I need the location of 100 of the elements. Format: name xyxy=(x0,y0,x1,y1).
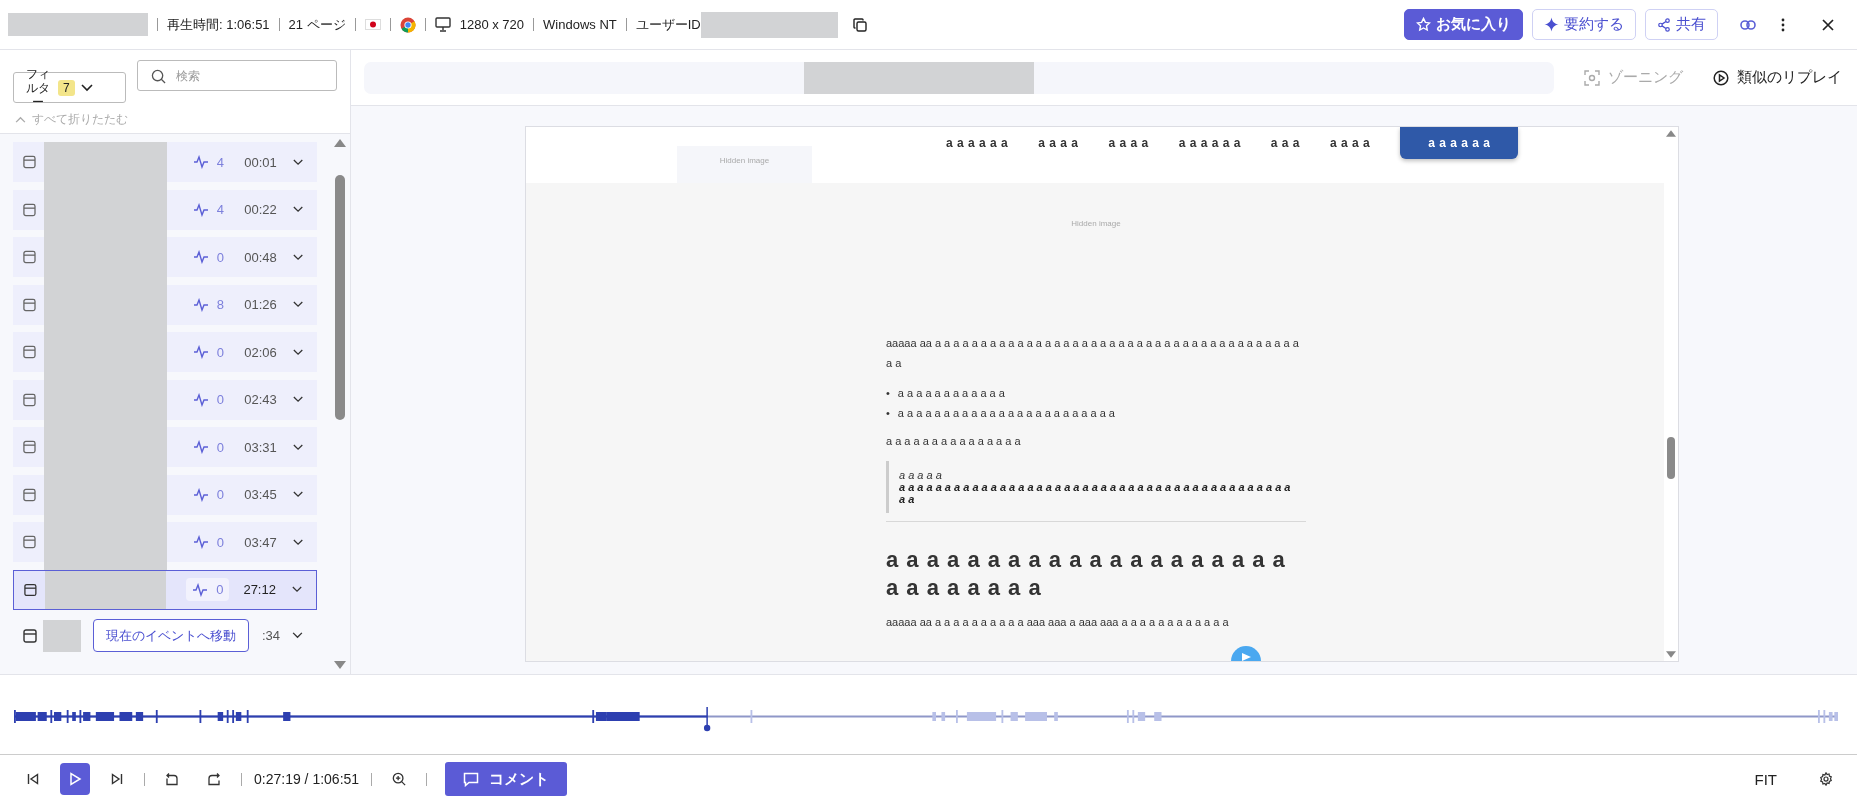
similar-replays-button[interactable]: 類似のリプレイ xyxy=(1713,68,1842,87)
activity-icon xyxy=(192,202,209,217)
event-row[interactable]: 0 02:06 xyxy=(13,332,317,380)
search-icon xyxy=(151,69,166,84)
activity-icon xyxy=(192,440,209,454)
comment-button[interactable]: コメント xyxy=(445,762,568,796)
event-row[interactable]: 0 00:48 xyxy=(13,237,317,285)
event-time: 03:47 xyxy=(243,534,277,550)
event-row[interactable]: 0 03:45 xyxy=(13,474,317,522)
scrollbar[interactable] xyxy=(1664,127,1678,661)
activity-icon xyxy=(192,535,209,549)
event-time: :34 xyxy=(260,628,280,643)
event-row[interactable]: 8 01:26 xyxy=(13,284,317,332)
event-time: 00:22 xyxy=(243,202,277,217)
bullet: • xyxy=(886,406,890,421)
play-button[interactable] xyxy=(60,763,90,795)
window-icon xyxy=(23,392,36,407)
sparkle-icon xyxy=(1544,17,1559,32)
jump-to-current-event-button[interactable]: 現在のイベントへ移動 xyxy=(93,619,249,652)
search-field[interactable]: 検索 xyxy=(137,60,337,91)
flag-icon xyxy=(364,19,381,30)
share-button[interactable]: 共有 xyxy=(1645,9,1718,40)
nav-link[interactable]: a a a a xyxy=(1038,127,1079,150)
scroll-thumb[interactable] xyxy=(335,175,345,420)
scroll-up-icon[interactable] xyxy=(334,139,346,147)
user-id-label: ユーザーID xyxy=(635,15,701,34)
send-icon[interactable] xyxy=(1231,645,1261,661)
monitor-icon xyxy=(434,17,451,32)
button-label: 共有 xyxy=(1676,15,1706,34)
resolution-text: 1280 x 720 xyxy=(459,17,525,32)
comment-icon xyxy=(463,771,480,787)
event-row[interactable]: 4 00:01 xyxy=(13,142,317,190)
paragraph: aaaaa aa a a a a a a a a a a aaa aaa a aaa aaa a a a a a a a a a a a a xyxy=(886,615,1230,630)
chevron-down-icon xyxy=(292,396,303,403)
event-time: 00:01 xyxy=(243,154,277,170)
quote-text: a a a a a a a a a a a a a a a a a a a a a a a a a a a a a a a a a a a a a a a a a a a a a xyxy=(899,481,1292,505)
nav-link[interactable]: a a a a xyxy=(1330,127,1371,150)
scroll-thumb[interactable] xyxy=(1667,437,1675,479)
chevron-down-icon xyxy=(292,158,303,166)
event-count: 8 xyxy=(216,297,224,312)
window-icon xyxy=(23,628,37,643)
nav-link[interactable]: a a a a a a xyxy=(1400,127,1519,159)
event-row[interactable]: 0 03:31 xyxy=(13,427,317,475)
fit-button[interactable]: FIT xyxy=(1754,770,1777,788)
nav-link[interactable]: a a a xyxy=(1270,127,1301,150)
nav-link[interactable]: a a a a xyxy=(1108,127,1149,150)
event-time: 27:12 xyxy=(242,582,276,597)
list-item: a a a a a a a a a a a a a a a a a a a a a a a a xyxy=(897,406,1115,421)
redacted-block xyxy=(43,619,81,652)
window-icon xyxy=(23,487,36,502)
button-label: 類似のリプレイ xyxy=(1737,68,1842,87)
scroll-down-icon[interactable] xyxy=(334,661,346,669)
browser-icon xyxy=(399,16,416,33)
paragraph: a a a a a a a a a a a a a a a xyxy=(886,434,1022,449)
bullet: • xyxy=(886,386,890,401)
event-count: 4 xyxy=(216,154,224,170)
event-time: 00:48 xyxy=(243,249,277,265)
event-count: 0 xyxy=(216,582,224,597)
window-icon xyxy=(23,345,36,359)
playback-time: 0:27:19 / 1:06:51 xyxy=(254,771,360,787)
quote-caption: a a a a a xyxy=(899,469,943,481)
timeline-bar-drawing[interactable] xyxy=(14,710,1838,723)
window-icon xyxy=(23,155,36,169)
window-icon xyxy=(23,202,36,217)
event-row[interactable]: 4 00:22 xyxy=(13,189,317,237)
scroll-down-icon[interactable] xyxy=(1666,651,1676,658)
scroll-up-icon[interactable] xyxy=(1666,130,1676,137)
activity-icon xyxy=(192,392,209,407)
window-icon xyxy=(23,250,36,264)
activity-icon xyxy=(192,297,209,312)
event-count: 0 xyxy=(216,392,224,407)
activity-icon xyxy=(192,250,209,264)
event-row[interactable]: 0 03:47 xyxy=(13,522,317,570)
chevron-down-icon xyxy=(292,632,303,639)
event-time: 01:26 xyxy=(243,297,277,312)
filter-button[interactable]: フィルター 7 xyxy=(13,72,126,103)
event-time: 02:43 xyxy=(243,392,277,407)
page-heading: a a a a a a a a a a a a a a a a a a a a a a a a a a a a xyxy=(886,546,1287,602)
activity-icon xyxy=(192,487,209,502)
event-time: 03:31 xyxy=(243,439,277,455)
favorite-button[interactable]: お気に入り xyxy=(1404,9,1523,40)
event-count: 0 xyxy=(216,487,224,502)
event-row[interactable]: 0 02:43 xyxy=(13,379,317,427)
nav-link[interactable]: a a a a a a xyxy=(946,127,1009,150)
chevron-down-icon xyxy=(292,206,303,213)
event-count: 4 xyxy=(216,202,224,217)
event-row[interactable]: 0 27:12 xyxy=(13,569,317,610)
chevron-down-icon xyxy=(292,253,303,261)
chevron-down-icon xyxy=(292,538,303,546)
event-count: 0 xyxy=(216,534,224,550)
star-icon xyxy=(1416,17,1431,32)
summarize-button[interactable]: 要約する xyxy=(1532,9,1636,40)
activity-icon xyxy=(192,155,209,169)
playhead-handle[interactable] xyxy=(703,707,711,732)
chevron-down-icon xyxy=(292,491,303,498)
list-item: a a a a a a a a a a a a xyxy=(897,386,1005,401)
window-icon xyxy=(23,535,36,549)
event-count: 0 xyxy=(216,344,224,360)
nav-link[interactable]: a a a a a a xyxy=(1178,127,1241,150)
play-icon xyxy=(68,772,82,786)
